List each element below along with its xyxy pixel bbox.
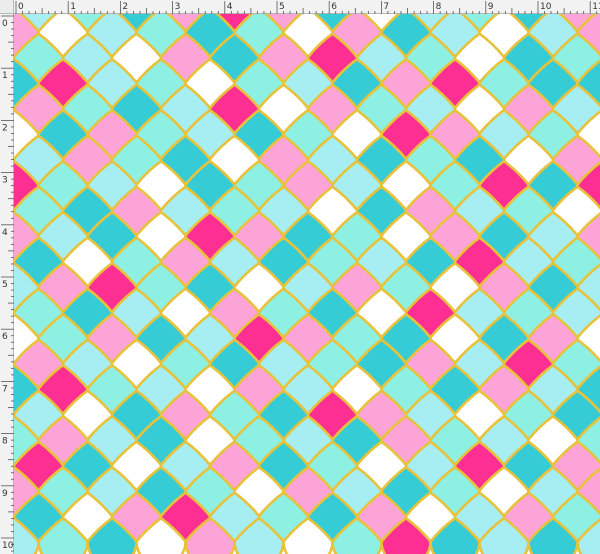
- left-ruler-label: 1: [2, 71, 8, 81]
- top-ruler: 0 1 2 3 4 5 6 7 8 9 10 11: [14, 0, 600, 14]
- left-ruler-scale: 0 1 2 3 4 5 6 7 8 9 10: [1, 15, 14, 552]
- top-ruler-label: 7: [383, 2, 389, 12]
- top-ruler-label: 11: [592, 2, 600, 12]
- top-ruler-label: 9: [488, 2, 494, 12]
- left-ruler-label: 0: [2, 19, 8, 29]
- ruler-corner: [0, 0, 14, 14]
- mermaid-scale-pattern: [14, 14, 600, 554]
- top-ruler-label: 1: [70, 2, 76, 12]
- top-ruler-label: 10: [540, 2, 552, 12]
- top-ruler-scale: 0 1 2 3 4 5 6 7 8 9 10 11: [15, 1, 600, 14]
- top-ruler-label: 6: [331, 2, 337, 12]
- top-ruler-label: 0: [18, 2, 24, 12]
- left-ruler-label: 10: [2, 541, 14, 551]
- left-ruler-label: 5: [2, 280, 8, 290]
- left-ruler-label: 4: [2, 228, 8, 238]
- top-ruler-label: 4: [227, 2, 233, 12]
- left-ruler-label: 6: [2, 332, 8, 342]
- left-ruler-label: 9: [2, 489, 8, 499]
- top-ruler-label: 5: [279, 2, 285, 12]
- pattern-canvas: [14, 14, 600, 554]
- left-ruler-label: 7: [2, 384, 8, 394]
- left-ruler-label: 8: [2, 437, 8, 447]
- left-ruler-label: 2: [2, 123, 8, 133]
- top-ruler-label: 8: [436, 2, 442, 12]
- left-ruler-label: 3: [2, 176, 8, 186]
- left-ruler: 0 1 2 3 4 5 6 7 8 9 10: [0, 14, 14, 554]
- top-ruler-label: 3: [175, 2, 181, 12]
- top-ruler-label: 2: [122, 2, 128, 12]
